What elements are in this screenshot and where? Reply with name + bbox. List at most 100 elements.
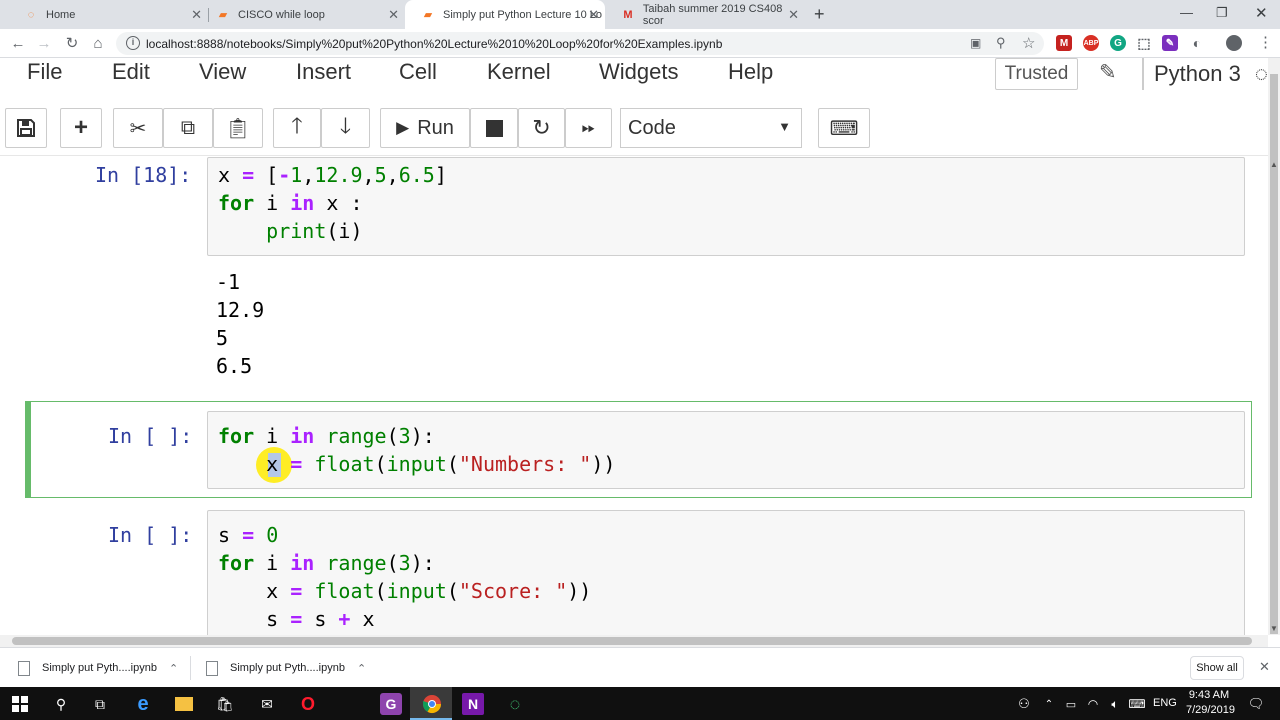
mail-icon[interactable]: ✉ — [256, 693, 278, 715]
copy-button[interactable]: ⧉ — [163, 108, 213, 148]
extension-icon[interactable]: ✎ — [1162, 35, 1178, 51]
tab-taibah-summer[interactable]: M Taibah summer 2019 CS408 scor ✕ — [605, 0, 805, 29]
scroll-up-icon[interactable]: ▲ — [1270, 160, 1278, 169]
close-window-icon[interactable]: ✕ — [1255, 4, 1268, 22]
opera-icon[interactable]: O — [297, 693, 319, 715]
restart-button[interactable]: ↻ — [518, 108, 565, 148]
divider — [190, 656, 191, 680]
recorder-icon[interactable]: ◌ — [504, 693, 526, 715]
search-icon[interactable]: ⚲ — [50, 693, 72, 715]
close-icon[interactable]: ✕ — [388, 7, 399, 23]
onenote-icon[interactable]: N — [462, 693, 484, 715]
chevron-up-icon[interactable]: ⌃ — [169, 662, 178, 675]
command-palette-button[interactable]: ⌨ — [818, 108, 870, 148]
new-tab-icon[interactable]: + — [814, 4, 825, 25]
back-icon[interactable]: ← — [8, 33, 28, 53]
screenshot-icon[interactable]: ⬚ — [1136, 35, 1152, 51]
tab-simply-put-python[interactable]: ▰ Simply put Python Lecture 10 Lo ✕ — [405, 0, 605, 29]
code-line: x = float(input("Numbers: ")) — [218, 452, 616, 476]
tab-home[interactable]: ◌ Home ✕ — [8, 0, 208, 29]
language-indicator[interactable]: ENG — [1153, 697, 1177, 709]
close-icon[interactable]: ✕ — [588, 7, 599, 23]
menu-edit[interactable]: Edit — [112, 59, 150, 85]
reload-icon[interactable]: ↻ — [62, 33, 82, 53]
address-bar[interactable]: i localhost:8888/notebooks/Simply%20put%… — [116, 32, 1044, 55]
notification-icon[interactable]: 🗨︎ — [1245, 693, 1267, 715]
battery-icon[interactable]: ▭ — [1060, 693, 1082, 715]
tab-label: Taibah summer 2019 CS408 scor — [642, 2, 783, 27]
extension-icon[interactable]: ◐ — [1189, 35, 1205, 51]
store-icon[interactable]: 🛍︎ — [214, 693, 236, 715]
forward-icon[interactable]: → — [34, 33, 54, 53]
show-all-button[interactable]: Show all — [1190, 656, 1244, 680]
tab-cisco-while-loop[interactable]: ▰ CISCO while loop ✕ — [200, 0, 405, 29]
close-icon[interactable]: ✕ — [788, 7, 799, 23]
bookmark-star-icon[interactable]: ☆ — [1022, 34, 1035, 52]
output-line: 12.9 — [216, 298, 265, 322]
insert-cell-button[interactable]: + — [60, 108, 102, 148]
code-line: for i in range(3): — [218, 551, 435, 575]
minimize-icon[interactable]: — — [1180, 5, 1193, 20]
avatar[interactable] — [1226, 35, 1242, 51]
adblock-icon[interactable]: ABP — [1083, 35, 1099, 51]
zoom-icon[interactable]: ⚲ — [996, 35, 1006, 51]
chevron-up-icon[interactable]: ⌃ — [357, 662, 366, 675]
fast-forward-icon: ⏩︎ — [581, 118, 596, 137]
menu-cell[interactable]: Cell — [399, 59, 437, 85]
code-line: s = s + x — [218, 607, 375, 631]
cell-prompt: In [ ]: — [108, 523, 193, 547]
close-icon[interactable]: ✕ — [1259, 659, 1270, 675]
menu-icon[interactable]: ⋮ — [1258, 33, 1273, 51]
volume-icon[interactable]: 🔈︎ — [1104, 693, 1126, 715]
keyboard-icon[interactable]: ⌨ — [1126, 693, 1148, 715]
info-icon[interactable]: i — [126, 36, 140, 50]
interrupt-button[interactable] — [470, 108, 518, 148]
pencil-icon[interactable]: ✎ — [1099, 60, 1117, 85]
chrome-icon[interactable] — [421, 693, 443, 715]
menu-view[interactable]: View — [199, 59, 246, 85]
download-bar: Simply put Pyth....ipynb ⌃ Simply put Py… — [0, 647, 1280, 687]
clock[interactable]: 9:43 AM 7/29/2019 — [1186, 688, 1235, 718]
scroll-down-icon[interactable]: ▼ — [1270, 624, 1278, 633]
download-item[interactable]: Simply put Pyth....ipynb ⌃ — [206, 648, 366, 688]
file-explorer-icon[interactable] — [173, 693, 195, 715]
keyboard-icon: ⌨ — [829, 117, 859, 140]
cell-type-select[interactable]: Code ▼ — [620, 108, 802, 148]
menu-help[interactable]: Help — [728, 59, 773, 85]
cut-button[interactable]: ✂ — [113, 108, 163, 148]
notebook-area: In [18]: x = [-1,12.9,5,6.5] for i in x … — [0, 157, 1268, 635]
download-item[interactable]: Simply put Pyth....ipynb ⌃ — [18, 648, 178, 688]
grammarly-app-icon[interactable]: G — [380, 693, 402, 715]
network-icon[interactable]: ◠ — [1082, 693, 1104, 715]
person-icon[interactable]: ⚇ — [1013, 693, 1035, 715]
file-icon — [18, 660, 30, 676]
vertical-scroll-thumb[interactable] — [1270, 74, 1278, 634]
menu-file[interactable]: File — [27, 59, 62, 85]
taskbar: ⚲ ⧉ e 🛍︎ ✉ O G N ◌ ⚇ ⌃ ▭ ◠ 🔈︎ ⌨ ENG 9:43… — [0, 687, 1280, 720]
windows-start-icon[interactable] — [9, 693, 31, 715]
cast-icon[interactable]: ▣ — [970, 36, 981, 50]
output-line: -1 — [216, 270, 241, 294]
jupyter-icon: ◌ — [27, 8, 35, 21]
scissors-icon: ✂ — [129, 117, 147, 140]
home-icon[interactable]: ⌂ — [88, 33, 108, 53]
paste-button[interactable]: 📋︎ — [213, 108, 263, 148]
cell-prompt: In [18]: — [95, 163, 192, 187]
menu-widgets[interactable]: Widgets — [599, 59, 678, 85]
task-view-icon[interactable]: ⧉ — [89, 693, 111, 715]
trusted-indicator[interactable]: Trusted — [995, 58, 1078, 90]
copy-icon: ⧉ — [180, 116, 196, 139]
edge-icon[interactable]: e — [132, 693, 154, 715]
move-down-button[interactable]: 🡓 — [321, 108, 370, 148]
move-up-button[interactable]: 🡑 — [273, 108, 321, 148]
extension-icon[interactable]: M — [1056, 35, 1072, 51]
menu-insert[interactable]: Insert — [296, 59, 351, 85]
chevron-up-icon[interactable]: ⌃ — [1038, 693, 1060, 715]
maximize-icon[interactable]: ❐ — [1216, 5, 1228, 21]
horizontal-scroll-thumb[interactable] — [12, 637, 1252, 645]
menu-kernel[interactable]: Kernel — [487, 59, 551, 85]
grammarly-icon[interactable]: G — [1110, 35, 1126, 51]
save-button[interactable] — [5, 108, 47, 148]
restart-run-all-button[interactable]: ⏩︎ — [565, 108, 612, 148]
run-button[interactable]: ▶︎ Run — [380, 108, 470, 148]
